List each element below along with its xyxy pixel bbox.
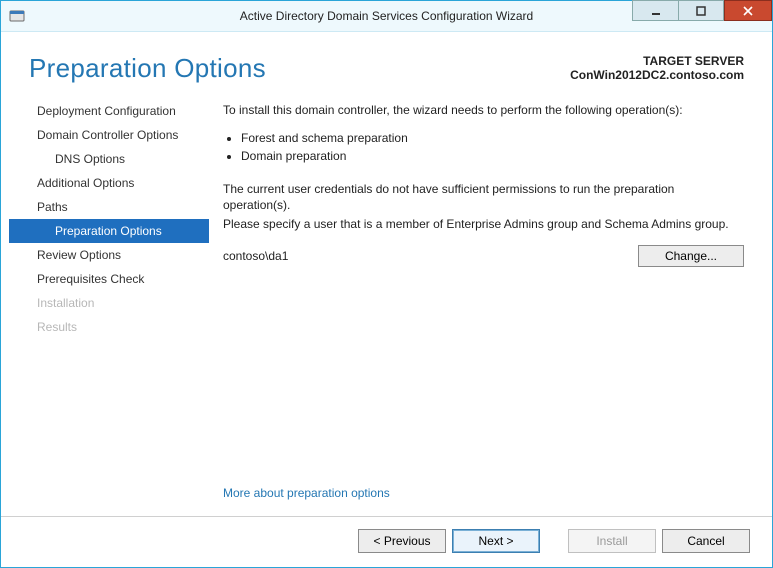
credentials-value: contoso\da1: [223, 249, 288, 263]
target-server-box: TARGET SERVER ConWin2012DC2.contoso.com: [570, 54, 744, 82]
title-bar: Active Directory Domain Services Configu…: [1, 1, 772, 32]
sidebar-item-additional-options[interactable]: Additional Options: [9, 171, 209, 195]
target-server-value: ConWin2012DC2.contoso.com: [570, 68, 744, 82]
sidebar-item-paths[interactable]: Paths: [9, 195, 209, 219]
page-title: Preparation Options: [29, 54, 266, 83]
sidebar-item-preparation-options[interactable]: Preparation Options: [9, 219, 209, 243]
wizard-body: Preparation Options TARGET SERVER ConWin…: [1, 32, 772, 567]
sidebar-item-review-options[interactable]: Review Options: [9, 243, 209, 267]
main-content: To install this domain controller, the w…: [209, 93, 744, 516]
sidebar-item-installation: Installation: [9, 291, 209, 315]
permissions-warning-line2: Please specify a user that is a member o…: [223, 216, 744, 233]
window-controls: [632, 1, 772, 31]
install-button: Install: [568, 529, 656, 553]
wizard-window: Active Directory Domain Services Configu…: [0, 0, 773, 568]
target-server-label: TARGET SERVER: [570, 54, 744, 68]
spacer: [546, 529, 562, 553]
minimize-button[interactable]: [632, 0, 678, 21]
sidebar-item-domain-controller-options[interactable]: Domain Controller Options: [9, 123, 209, 147]
credentials-row: contoso\da1 Change...: [223, 245, 744, 267]
operation-item: Forest and schema preparation: [241, 131, 744, 145]
permissions-warning-line1: The current user credentials do not have…: [223, 181, 744, 215]
maximize-button[interactable]: [678, 0, 724, 21]
more-about-link[interactable]: More about preparation options: [223, 476, 744, 516]
app-icon: [9, 8, 25, 24]
sidebar-item-results: Results: [9, 315, 209, 339]
intro-text: To install this domain controller, the w…: [223, 103, 744, 117]
next-button[interactable]: Next >: [452, 529, 540, 553]
sidebar-item-dns-options[interactable]: DNS Options: [9, 147, 209, 171]
wizard-steps-sidebar: Deployment Configuration Domain Controll…: [9, 93, 209, 516]
close-button[interactable]: [724, 0, 772, 21]
previous-button[interactable]: < Previous: [358, 529, 446, 553]
operations-list: Forest and schema preparation Domain pre…: [227, 127, 744, 167]
operation-item: Domain preparation: [241, 149, 744, 163]
header-row: Preparation Options TARGET SERVER ConWin…: [1, 32, 772, 93]
content-row: Deployment Configuration Domain Controll…: [1, 93, 772, 516]
cancel-button[interactable]: Cancel: [662, 529, 750, 553]
sidebar-item-prerequisites-check[interactable]: Prerequisites Check: [9, 267, 209, 291]
wizard-footer: < Previous Next > Install Cancel: [1, 516, 772, 567]
sidebar-item-deployment-configuration[interactable]: Deployment Configuration: [9, 99, 209, 123]
change-credentials-button[interactable]: Change...: [638, 245, 744, 267]
